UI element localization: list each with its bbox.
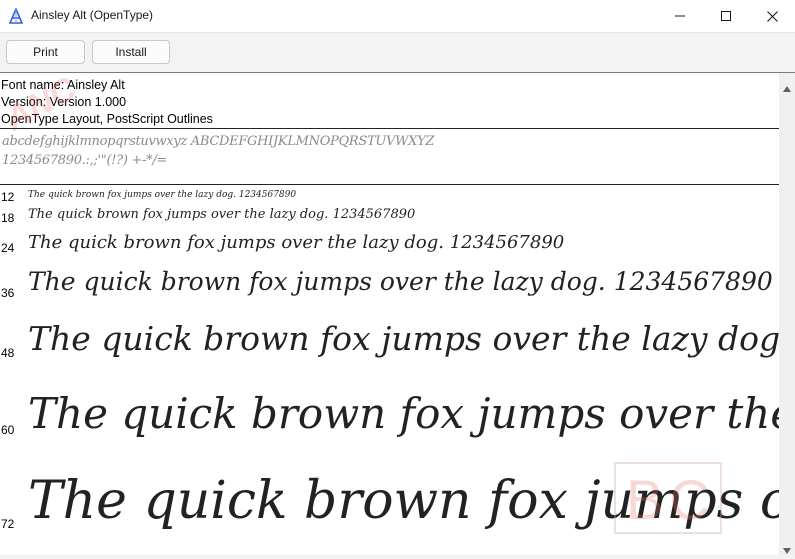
sample-size-label: 24 [1, 241, 15, 255]
sample-size-label: 18 [1, 211, 15, 225]
minimize-icon [675, 11, 685, 21]
sample-size-label: 12 [1, 190, 15, 204]
sample-row: 24 The quick brown fox jumps over the la… [0, 230, 779, 262]
sample-size-label: 48 [1, 346, 15, 360]
sample-size-label: 60 [1, 423, 15, 437]
sample-row: 18 The quick brown fox jumps over the la… [0, 207, 779, 229]
sample-row: 48 The quick brown fox jumps over the la… [0, 313, 779, 381]
close-button[interactable] [749, 0, 795, 32]
divider [0, 128, 779, 129]
font-file-icon [8, 6, 24, 24]
divider [0, 184, 779, 185]
sample-text: The quick brown fox jumps over the lazy … [28, 389, 779, 438]
maximize-button[interactable] [703, 0, 749, 32]
print-button[interactable]: Print [6, 40, 85, 64]
minimize-button[interactable] [657, 0, 703, 32]
charset-letters: abcdefghijklmnopqrstuvwxyz ABCDEFGHIJKLM… [2, 134, 435, 149]
sample-size-label: 36 [1, 286, 15, 300]
install-button[interactable]: Install [92, 40, 170, 64]
font-preview-pane: Font name: Ainsley Alt Version: Version … [0, 72, 779, 555]
scroll-up-icon[interactable] [783, 79, 791, 97]
window-title: Ainsley Alt (OpenType) [31, 8, 154, 22]
charset-symbols: 1234567890.:,;'"(!?) +-*/= [2, 153, 168, 168]
title-bar: Ainsley Alt (OpenType) [0, 0, 795, 33]
sample-text: The quick brown fox jumps over the lazy … [28, 267, 773, 296]
close-icon [766, 10, 778, 22]
sample-text: The quick brown fox jumps over the lazy … [28, 190, 297, 200]
toolbar: Print Install [0, 33, 795, 71]
sample-row: 12 The quick brown fox jumps over the la… [0, 188, 779, 206]
sample-row: 60 The quick brown fox jumps over the la… [0, 383, 779, 463]
sample-row: 36 The quick brown fox jumps over the la… [0, 263, 779, 313]
sample-size-label: 72 [1, 517, 15, 531]
watermark-text: BC [626, 468, 716, 531]
maximize-icon [721, 11, 731, 21]
sample-text: The quick brown fox jumps over the lazy … [28, 232, 565, 253]
vertical-scrollbar[interactable] [779, 72, 795, 555]
sample-text: The quick brown fox jumps over the lazy … [28, 319, 779, 358]
sample-text: The quick brown fox jumps over the lazy … [28, 207, 416, 222]
scroll-down-icon[interactable] [783, 541, 791, 559]
